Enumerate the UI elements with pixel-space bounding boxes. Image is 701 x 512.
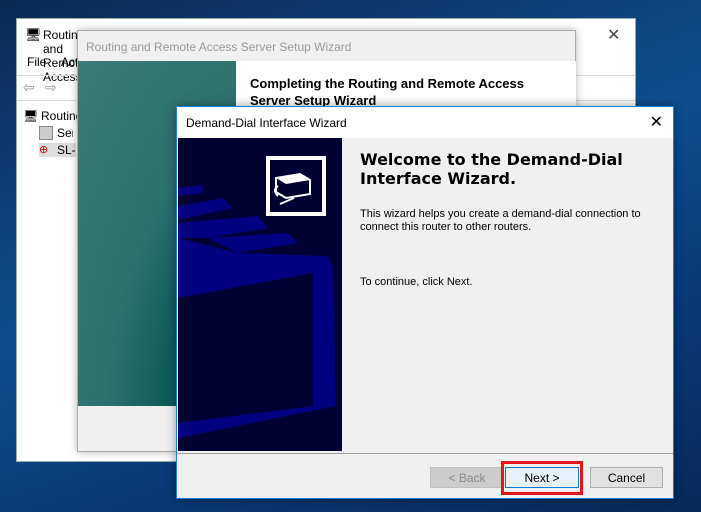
mmc-close-icon[interactable]: ✕ bbox=[607, 25, 620, 45]
menu-action[interactable]: Action bbox=[61, 55, 77, 69]
tree-item-server[interactable]: ⊕ SL- bbox=[39, 143, 76, 157]
close-icon[interactable]: ✕ bbox=[650, 112, 663, 132]
dialog-heading: Welcome to the Demand-Dial Interface Wiz… bbox=[360, 150, 623, 188]
back-arrow-icon[interactable]: ⇦ bbox=[23, 79, 35, 96]
tree-item-server-status[interactable]: Server Status bbox=[39, 126, 73, 140]
tree-item-root[interactable]: 🖥Routing and Remote Access bbox=[23, 109, 77, 123]
continue-text: To continue, click Next. bbox=[360, 276, 473, 288]
forward-arrow-icon[interactable]: ⇨ bbox=[45, 79, 57, 96]
next-highlight-box bbox=[501, 461, 583, 495]
divider bbox=[177, 453, 673, 454]
router-icon: 🖥 bbox=[25, 27, 42, 42]
modem-icon bbox=[266, 156, 326, 216]
dialog-description: This wizard helps you create a demand-di… bbox=[360, 208, 641, 233]
dialog-title: Demand-Dial Interface Wizard bbox=[186, 116, 347, 130]
cancel-button[interactable]: Cancel bbox=[590, 467, 663, 488]
tree-label: SL- bbox=[57, 143, 76, 157]
server-down-icon: ⊕ bbox=[39, 144, 49, 156]
back-button[interactable]: < Back bbox=[430, 467, 504, 488]
server-icon bbox=[39, 126, 53, 140]
tree-label: Server Status bbox=[57, 126, 73, 140]
dialog-content: Welcome to the Demand-Dial Interface Wiz… bbox=[343, 138, 673, 451]
tree-label: Routing and Remote Access bbox=[41, 109, 77, 123]
menu-file[interactable]: File bbox=[27, 55, 46, 69]
setup-wizard-title: Routing and Remote Access Server Setup W… bbox=[86, 40, 352, 54]
setup-wizard-heading: Completing the Routing and Remote Access… bbox=[250, 76, 524, 108]
router-icon: 🖥 bbox=[23, 109, 39, 123]
demand-dial-dialog: Demand-Dial Interface Wizard ✕ Welcome t… bbox=[176, 106, 674, 499]
wizard-banner-image bbox=[178, 138, 342, 451]
